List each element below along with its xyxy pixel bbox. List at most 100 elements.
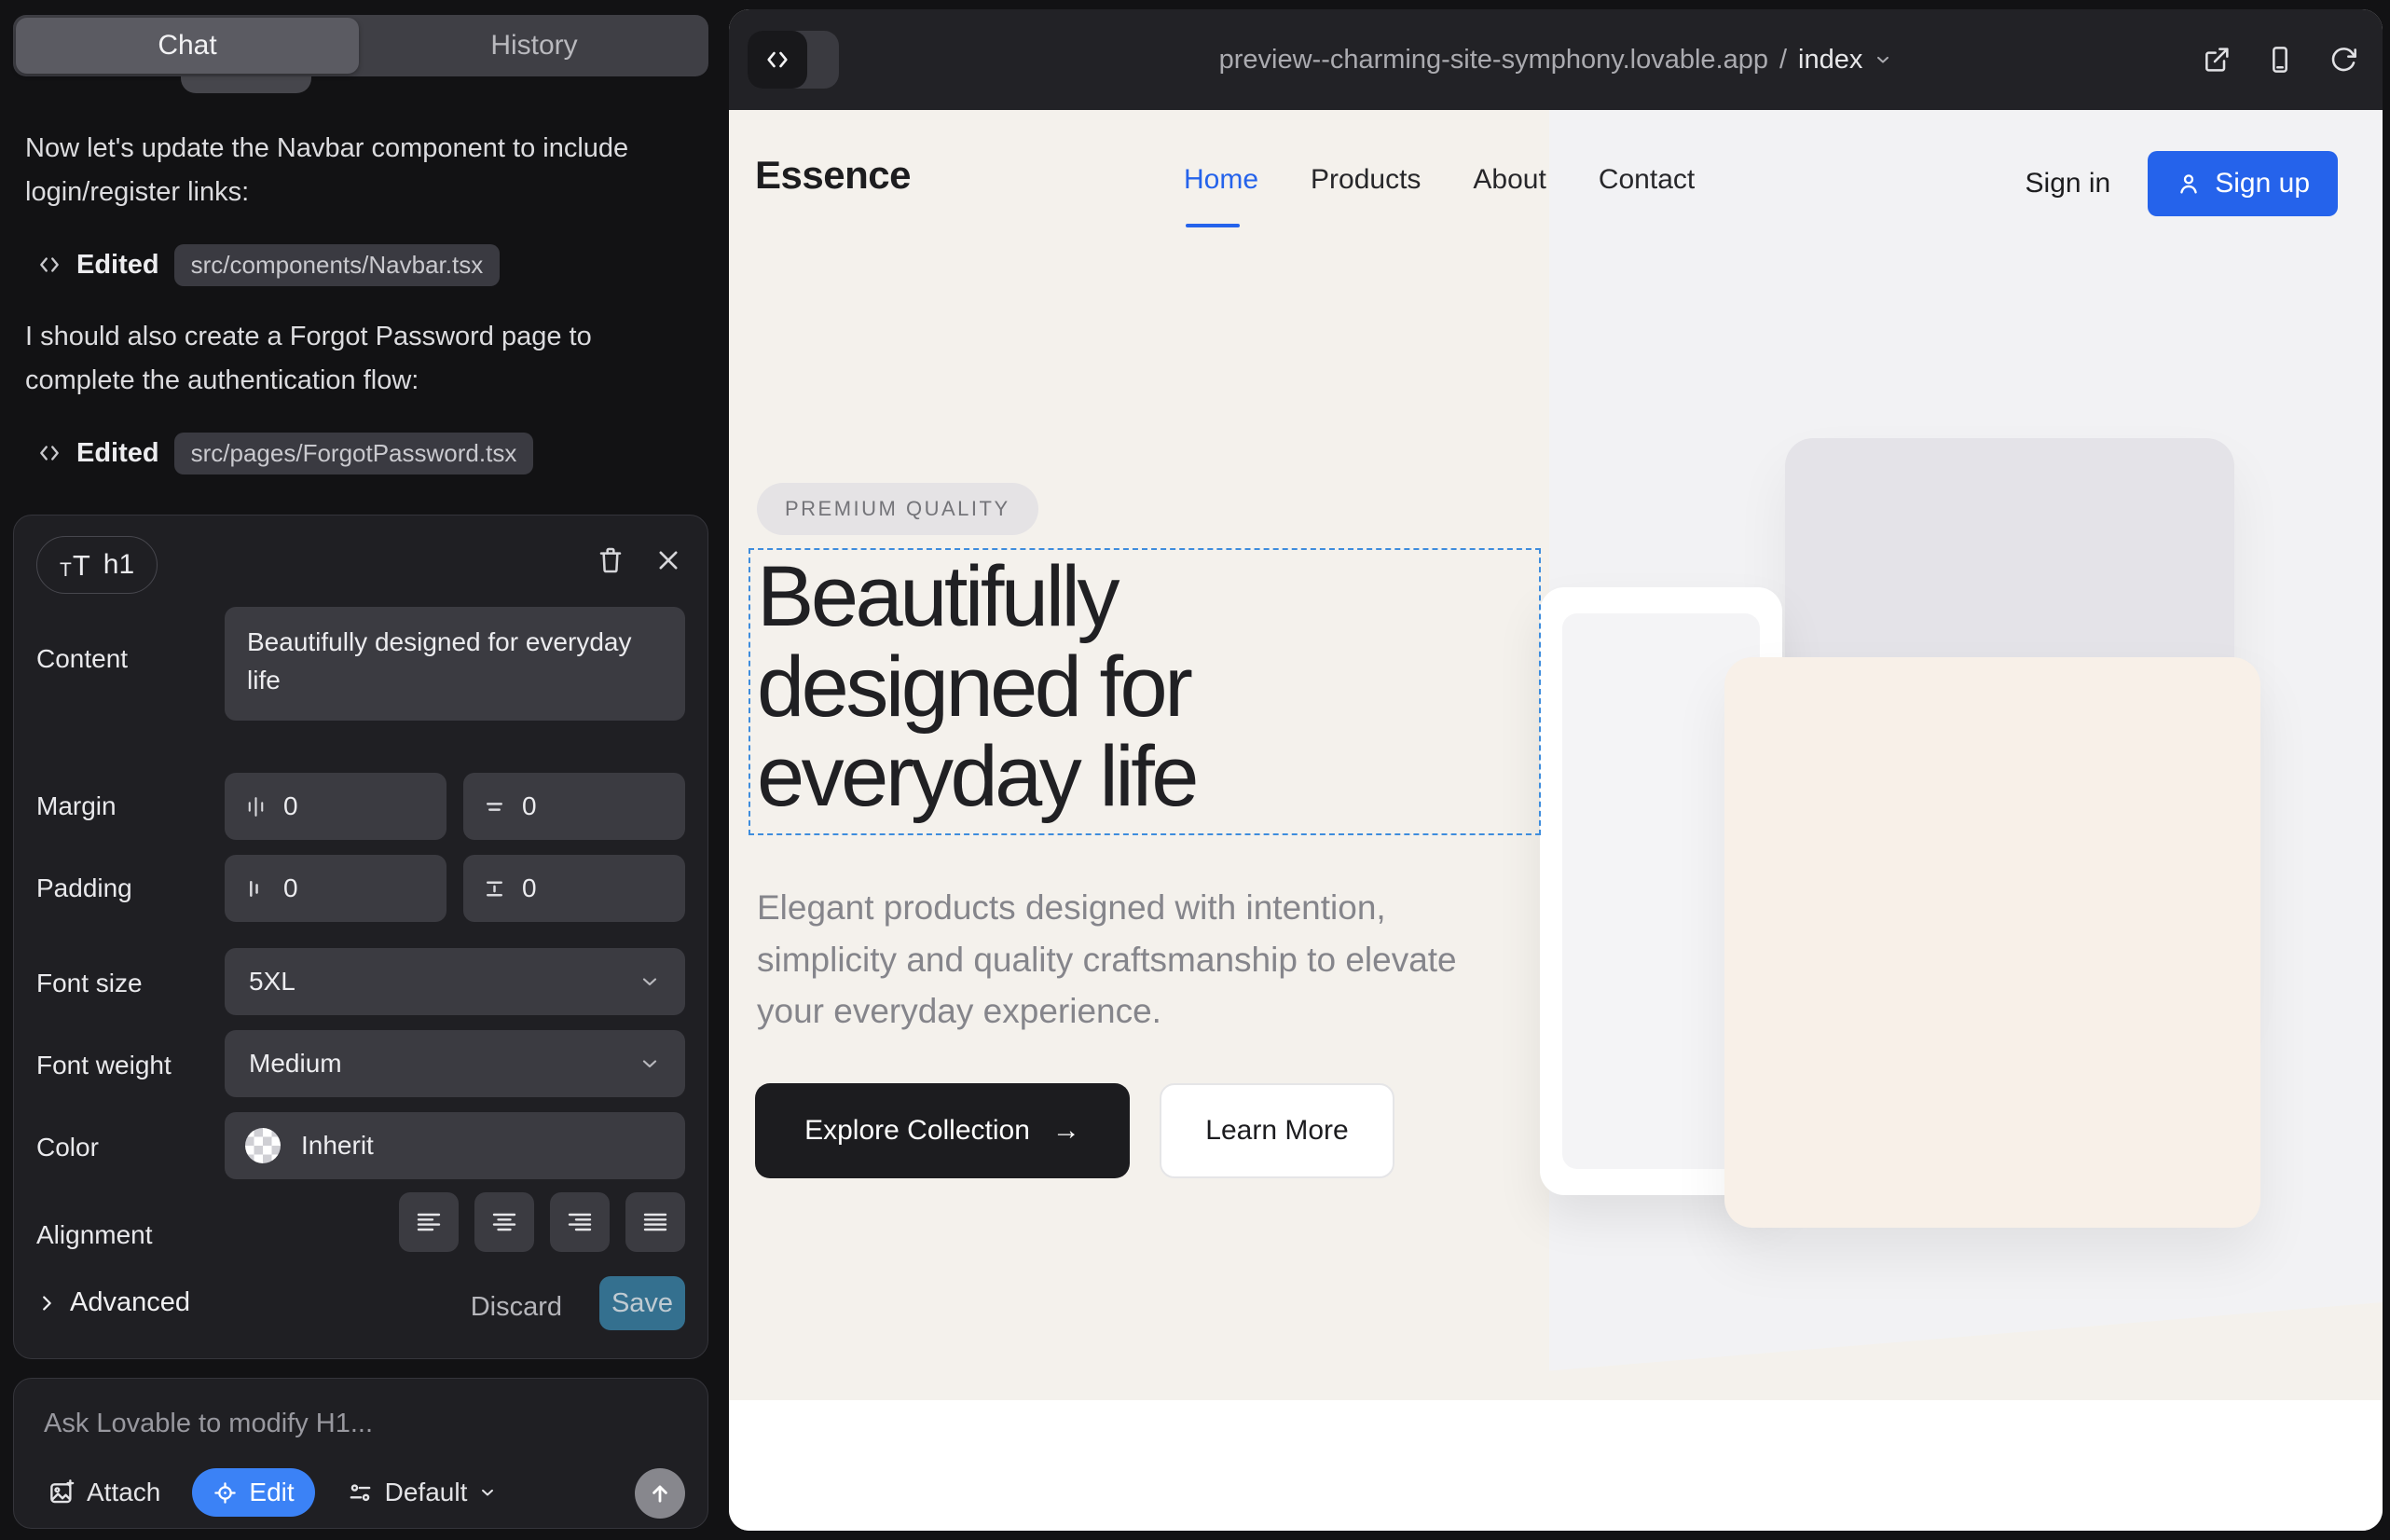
- padding-y-input[interactable]: 0: [463, 855, 685, 922]
- margin-y-input[interactable]: 0: [463, 773, 685, 840]
- url-page: index: [1798, 45, 1862, 76]
- learn-more-button[interactable]: Learn More: [1160, 1083, 1394, 1178]
- sign-in-link[interactable]: Sign in: [2026, 168, 2111, 199]
- nav-link-products[interactable]: Products: [1311, 164, 1421, 196]
- element-tag-label: h1: [103, 549, 134, 581]
- attach-button[interactable]: Attach: [42, 1477, 166, 1508]
- close-icon[interactable]: [655, 547, 681, 573]
- chat-history-tabs: Chat History: [13, 15, 708, 76]
- sign-up-label: Sign up: [2215, 168, 2310, 199]
- hero-paragraph: Elegant products designed with intention…: [757, 882, 1465, 1038]
- chevron-down-icon: [478, 1483, 497, 1502]
- margin-y-value: 0: [522, 791, 537, 821]
- element-editor-panel: TT h1 Content Beautifully designed for e…: [13, 515, 708, 1359]
- composer-input[interactable]: Ask Lovable to modify H1...: [44, 1409, 373, 1439]
- url-separator: /: [1779, 45, 1787, 76]
- align-left-button[interactable]: [399, 1192, 459, 1252]
- font-weight-value: Medium: [249, 1049, 342, 1079]
- edited-label: Edited: [76, 438, 159, 469]
- font-weight-select[interactable]: Medium: [225, 1030, 685, 1097]
- chevron-down-icon: [639, 970, 661, 993]
- topbar-actions: [2202, 9, 2358, 110]
- explore-collection-button[interactable]: Explore Collection →: [755, 1083, 1130, 1178]
- align-center-button[interactable]: [474, 1192, 534, 1252]
- hero-heading[interactable]: Beautifully designed for everyday life: [757, 552, 1196, 822]
- content-label: Content: [36, 644, 128, 674]
- selected-element-tag: TT h1: [36, 536, 158, 594]
- crosshair-icon: [213, 1480, 238, 1506]
- font-size-select[interactable]: 5XL: [225, 948, 685, 1015]
- color-label: Color: [36, 1133, 99, 1162]
- color-value: Inherit: [301, 1131, 374, 1161]
- padding-x-value: 0: [283, 873, 298, 903]
- delete-element-button[interactable]: [596, 545, 625, 575]
- font-size-label: Font size: [36, 969, 143, 998]
- composer: Ask Lovable to modify H1... Attach Edit …: [13, 1378, 708, 1529]
- color-select[interactable]: Inherit: [225, 1112, 685, 1179]
- edited-label: Edited: [76, 250, 159, 281]
- hero-heading-line: everyday life: [757, 732, 1196, 822]
- discard-button[interactable]: Discard: [465, 1291, 568, 1324]
- margin-vertical-icon: [482, 794, 507, 819]
- open-external-icon[interactable]: [2202, 45, 2232, 75]
- site-canvas: Essence Home Products About Contact Sign…: [729, 110, 2383, 1531]
- align-justify-button[interactable]: [625, 1192, 685, 1252]
- padding-label: Padding: [36, 873, 132, 903]
- preview-topbar: preview--charming-site-symphony.lovable.…: [729, 9, 2383, 110]
- auth-actions: Sign in Sign up: [2026, 151, 2338, 216]
- nav-link-about[interactable]: About: [1473, 164, 1545, 196]
- preview-window: preview--charming-site-symphony.lovable.…: [729, 9, 2383, 1531]
- attach-image-icon: [48, 1478, 76, 1506]
- site-nav: Home Products About Contact: [1184, 164, 1695, 196]
- hero-heading-line: Beautifully: [757, 552, 1196, 642]
- nav-active-underline: [1186, 224, 1240, 227]
- code-icon: [37, 253, 62, 277]
- model-default-button[interactable]: Default: [341, 1477, 503, 1508]
- nav-link-home[interactable]: Home: [1184, 164, 1258, 196]
- code-icon: [37, 441, 62, 465]
- padding-y-value: 0: [522, 873, 537, 903]
- attach-label: Attach: [87, 1478, 160, 1507]
- site-logo[interactable]: Essence: [755, 153, 911, 198]
- alignment-label: Alignment: [36, 1220, 153, 1250]
- advanced-label: Advanced: [70, 1287, 190, 1318]
- edit-mode-button[interactable]: Edit: [192, 1468, 314, 1517]
- mobile-view-icon[interactable]: [2265, 45, 2295, 75]
- hero-heading-line: designed for: [757, 642, 1196, 733]
- url-domain: preview--charming-site-symphony.lovable.…: [1219, 45, 1768, 76]
- sliders-icon: [347, 1479, 374, 1506]
- advanced-toggle[interactable]: Advanced: [36, 1287, 190, 1318]
- margin-horizontal-icon: [243, 794, 268, 819]
- send-button[interactable]: [635, 1468, 685, 1519]
- content-input[interactable]: Beautifully designed for everyday life: [225, 607, 685, 721]
- padding-x-input[interactable]: 0: [225, 855, 446, 922]
- chevron-down-icon: [1874, 50, 1892, 69]
- edit-label: Edit: [249, 1478, 294, 1507]
- chat-message: Now let's update the Navbar component to…: [25, 127, 668, 214]
- edited-file-row: Edited src/components/Navbar.tsx: [37, 242, 500, 287]
- alignment-group: [399, 1192, 685, 1252]
- url-bar[interactable]: preview--charming-site-symphony.lovable.…: [729, 9, 2383, 110]
- tab-chat[interactable]: Chat: [16, 18, 359, 74]
- chat-message: I should also create a Forgot Password p…: [25, 315, 668, 403]
- edited-file-pill[interactable]: src/components/Navbar.tsx: [174, 244, 501, 286]
- nav-link-contact[interactable]: Contact: [1599, 164, 1695, 196]
- refresh-icon[interactable]: [2328, 45, 2358, 75]
- default-label: Default: [385, 1478, 468, 1507]
- tab-history[interactable]: History: [360, 15, 708, 76]
- text-type-icon: TT: [60, 551, 90, 580]
- composer-toolbar: Attach Edit Default: [42, 1468, 685, 1517]
- premium-badge: PREMIUM QUALITY: [757, 483, 1038, 535]
- chevron-down-icon: [639, 1052, 661, 1075]
- margin-x-input[interactable]: 0: [225, 773, 446, 840]
- edited-file-pill[interactable]: src/pages/ForgotPassword.tsx: [174, 433, 534, 474]
- sign-up-button[interactable]: Sign up: [2148, 151, 2338, 216]
- margin-x-value: 0: [283, 791, 298, 821]
- user-icon: [2176, 171, 2202, 197]
- save-button[interactable]: Save: [599, 1276, 685, 1330]
- font-size-value: 5XL: [249, 967, 295, 997]
- padding-vertical-icon: [482, 876, 507, 901]
- arrow-right-icon: →: [1052, 1115, 1080, 1147]
- padding-horizontal-icon: [243, 876, 268, 901]
- align-right-button[interactable]: [550, 1192, 610, 1252]
